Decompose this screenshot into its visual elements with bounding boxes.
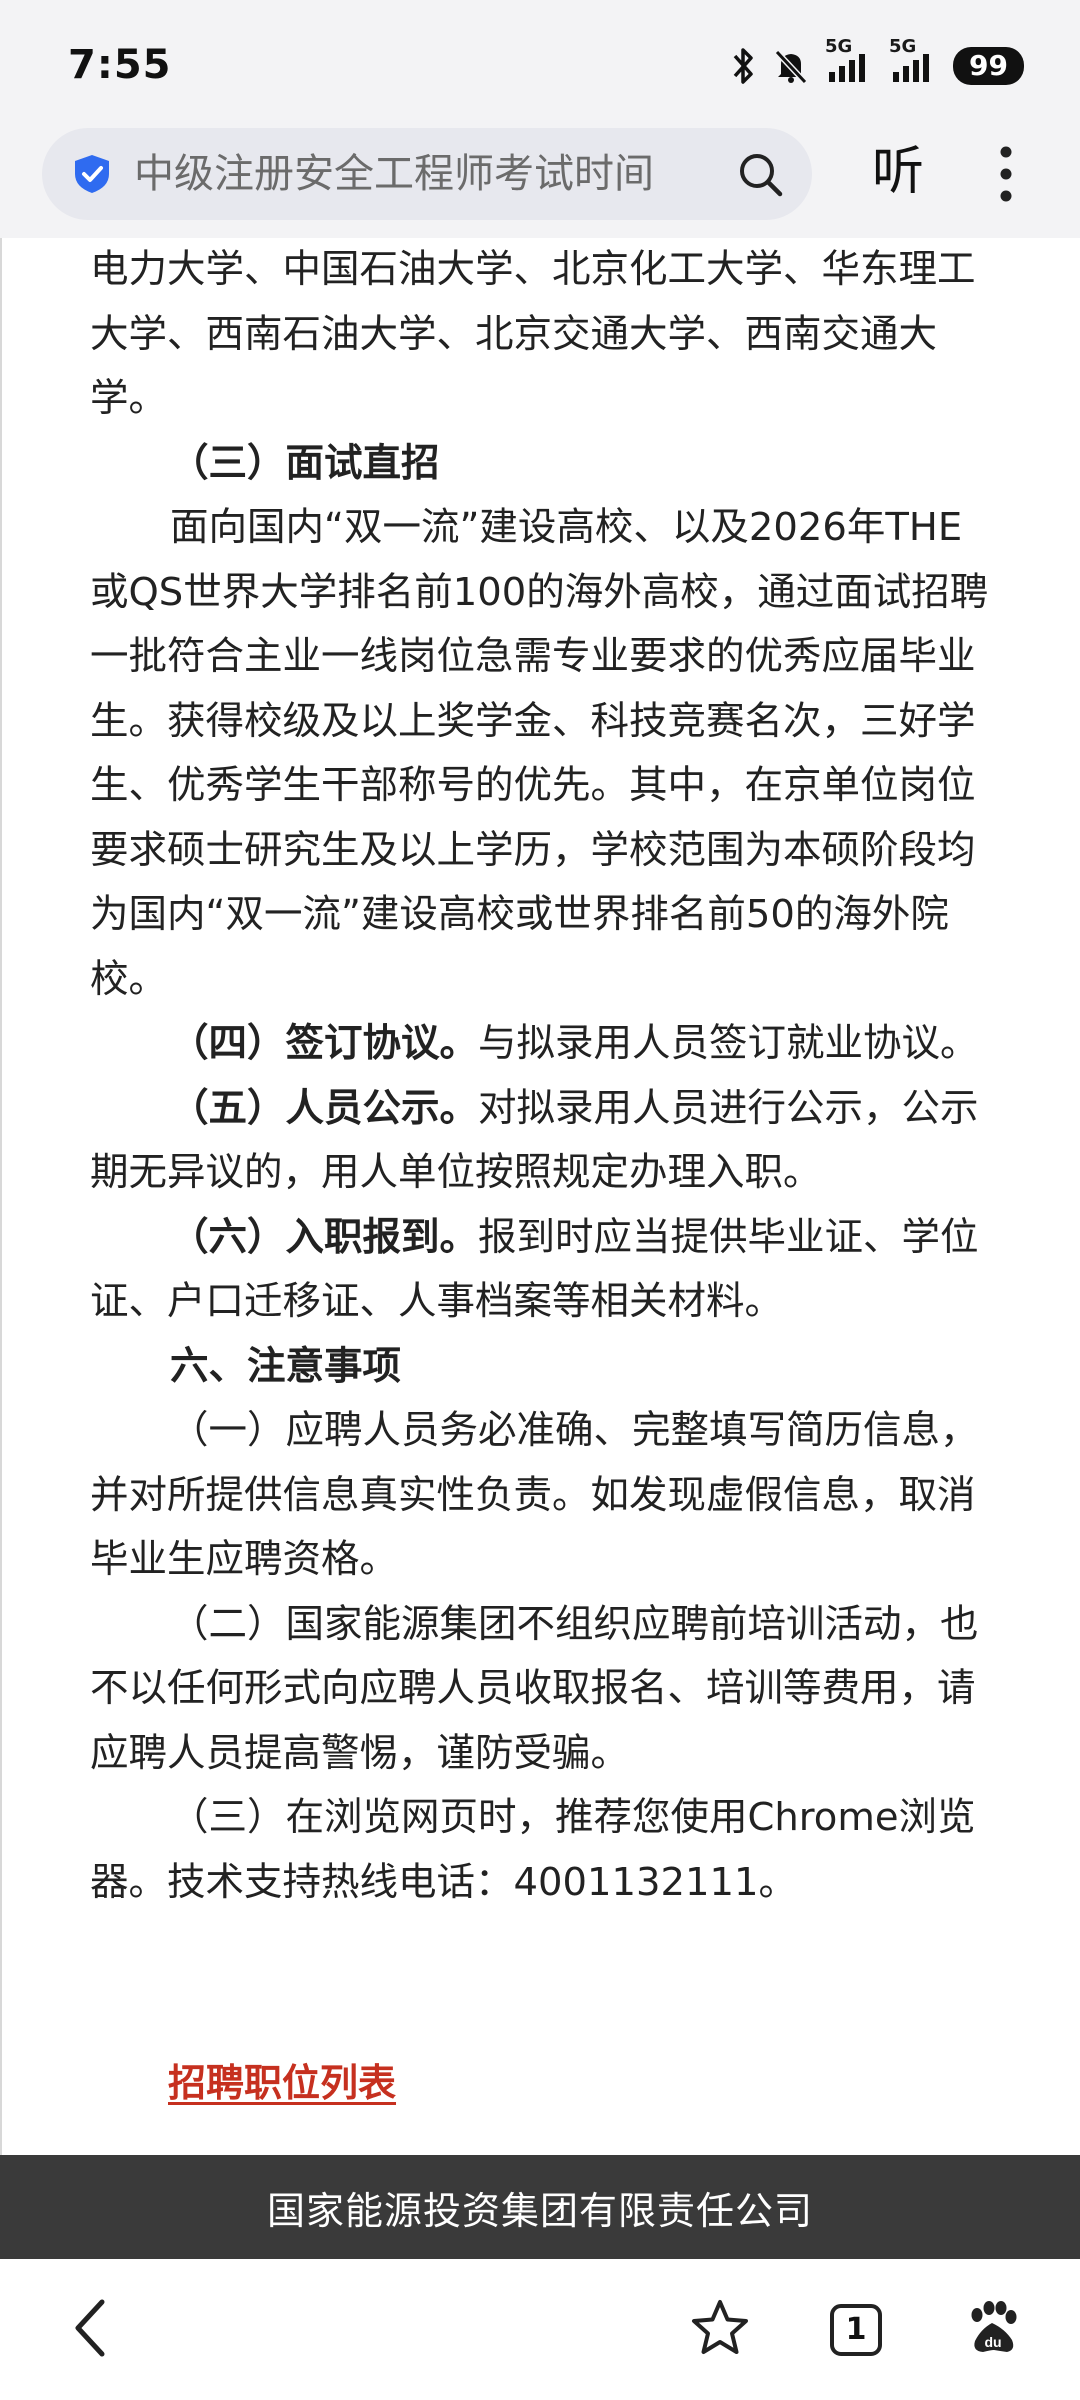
more-options-icon[interactable] [988, 144, 1024, 208]
tabs-icon: 1 [828, 2302, 884, 2358]
network-type-label: 5G [889, 36, 917, 57]
paragraph: （五）人员公示。对拟录用人员进行公示，公示期无异议的，用人单位按照规定办理入职。 [90, 1077, 996, 1206]
paragraph: 面向国内“双一流”建设高校、以及2026年THE或QS世界大学排名前100的海外… [90, 505, 989, 1002]
page-content: 电力大学、中国石油大学、北京化工大学、华东理工大学、西南石油大学、北京交通大学、… [0, 238, 1080, 2155]
site-footer: 国家能源投资集团有限责任公司 [0, 2155, 1080, 2259]
listen-button[interactable]: 听 [872, 136, 924, 208]
paragraph: 电力大学、中国石油大学、北京化工大学、华东理工大学、西南石油大学、北京交通大学、… [90, 247, 976, 421]
bluetooth-icon [729, 46, 757, 86]
inline-heading: （四）签订协议。 [170, 1021, 479, 1066]
mute-bell-icon [771, 46, 811, 86]
address-search-box[interactable]: 中级注册安全工程师考试时间 [42, 128, 812, 220]
star-icon [689, 2297, 751, 2363]
clock: 7:55 [68, 42, 172, 88]
paw-icon: du [963, 2299, 1021, 2361]
browser-bottom-nav: 1 du [0, 2259, 1080, 2400]
inline-text: 与拟录用人员签订就业协议。 [478, 1021, 979, 1066]
svg-text:du: du [984, 2334, 1001, 2350]
chevron-left-icon [70, 2296, 110, 2364]
back-button[interactable] [50, 2259, 130, 2400]
paragraph: （二）国家能源集团不组织应聘前培训活动，也不以任何形式向应聘人员收取报名、培训等… [90, 1601, 979, 1776]
section-heading: 六、注意事项 [170, 1343, 402, 1389]
paragraph: （三）在浏览网页时，推荐您使用Chrome浏览器。技术支持热线电话：400113… [90, 1795, 976, 1905]
signal-icon-2: 5G [889, 36, 939, 86]
status-icons: 5G 5G 99 [729, 36, 1024, 86]
tabs-button[interactable]: 1 [816, 2259, 896, 2400]
footer-company-name: 国家能源投资集团有限责任公司 [266, 2189, 813, 2233]
paragraph: （一）应聘人员务必准确、完整填写简历信息，并对所提供信息真实性负责。如发现虚假信… [90, 1408, 979, 1582]
battery-indicator: 99 [953, 47, 1024, 85]
tab-count: 1 [845, 2312, 867, 2347]
status-bar: 7:55 5G 5G 99 [0, 0, 1080, 120]
shield-check-icon [70, 152, 114, 200]
browser-top-bar: 中级注册安全工程师考试时间 听 [0, 120, 1080, 238]
job-list-link[interactable]: 招聘职位列表 [168, 2061, 396, 2105]
bookmark-button[interactable] [680, 2259, 760, 2400]
inline-heading: （六）入职报到。 [170, 1214, 479, 1260]
baidu-home-button[interactable]: du [952, 2259, 1032, 2400]
article-body: 电力大学、中国石油大学、北京化工大学、华东理工大学、西南石油大学、北京交通大学、… [90, 238, 996, 1915]
inline-heading: （五）人员公示。 [170, 1085, 479, 1131]
section-heading: （三）面试直招 [170, 440, 440, 486]
link-container: 招聘职位列表 [168, 2052, 396, 2107]
search-query-text: 中级注册安全工程师考试时间 [134, 151, 654, 197]
search-icon[interactable] [736, 150, 786, 204]
paragraph: （四）签订协议。与拟录用人员签订就业协议。 [90, 1012, 996, 1077]
paragraph: （六）入职报到。报到时应当提供毕业证、学位证、户口迁移证、人事档案等相关材料。 [90, 1206, 996, 1335]
network-type-label: 5G [825, 36, 853, 57]
signal-icon-1: 5G [825, 36, 875, 86]
